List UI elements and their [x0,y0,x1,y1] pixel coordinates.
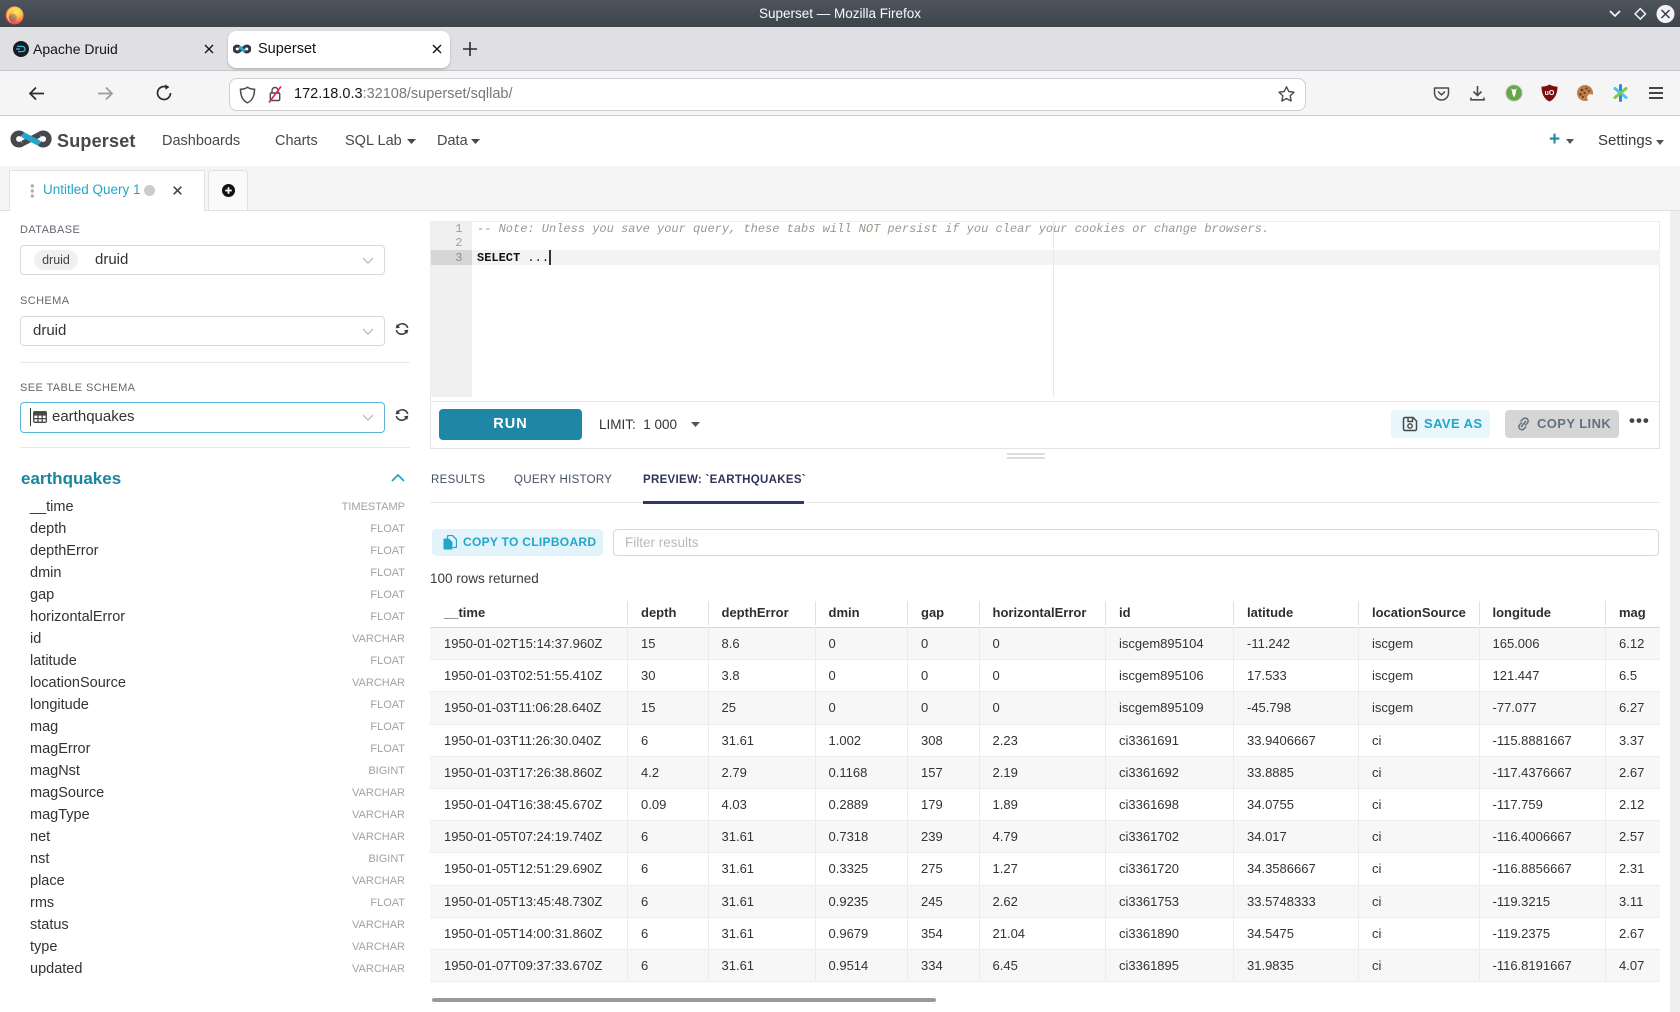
svg-text:uO: uO [1545,90,1555,97]
